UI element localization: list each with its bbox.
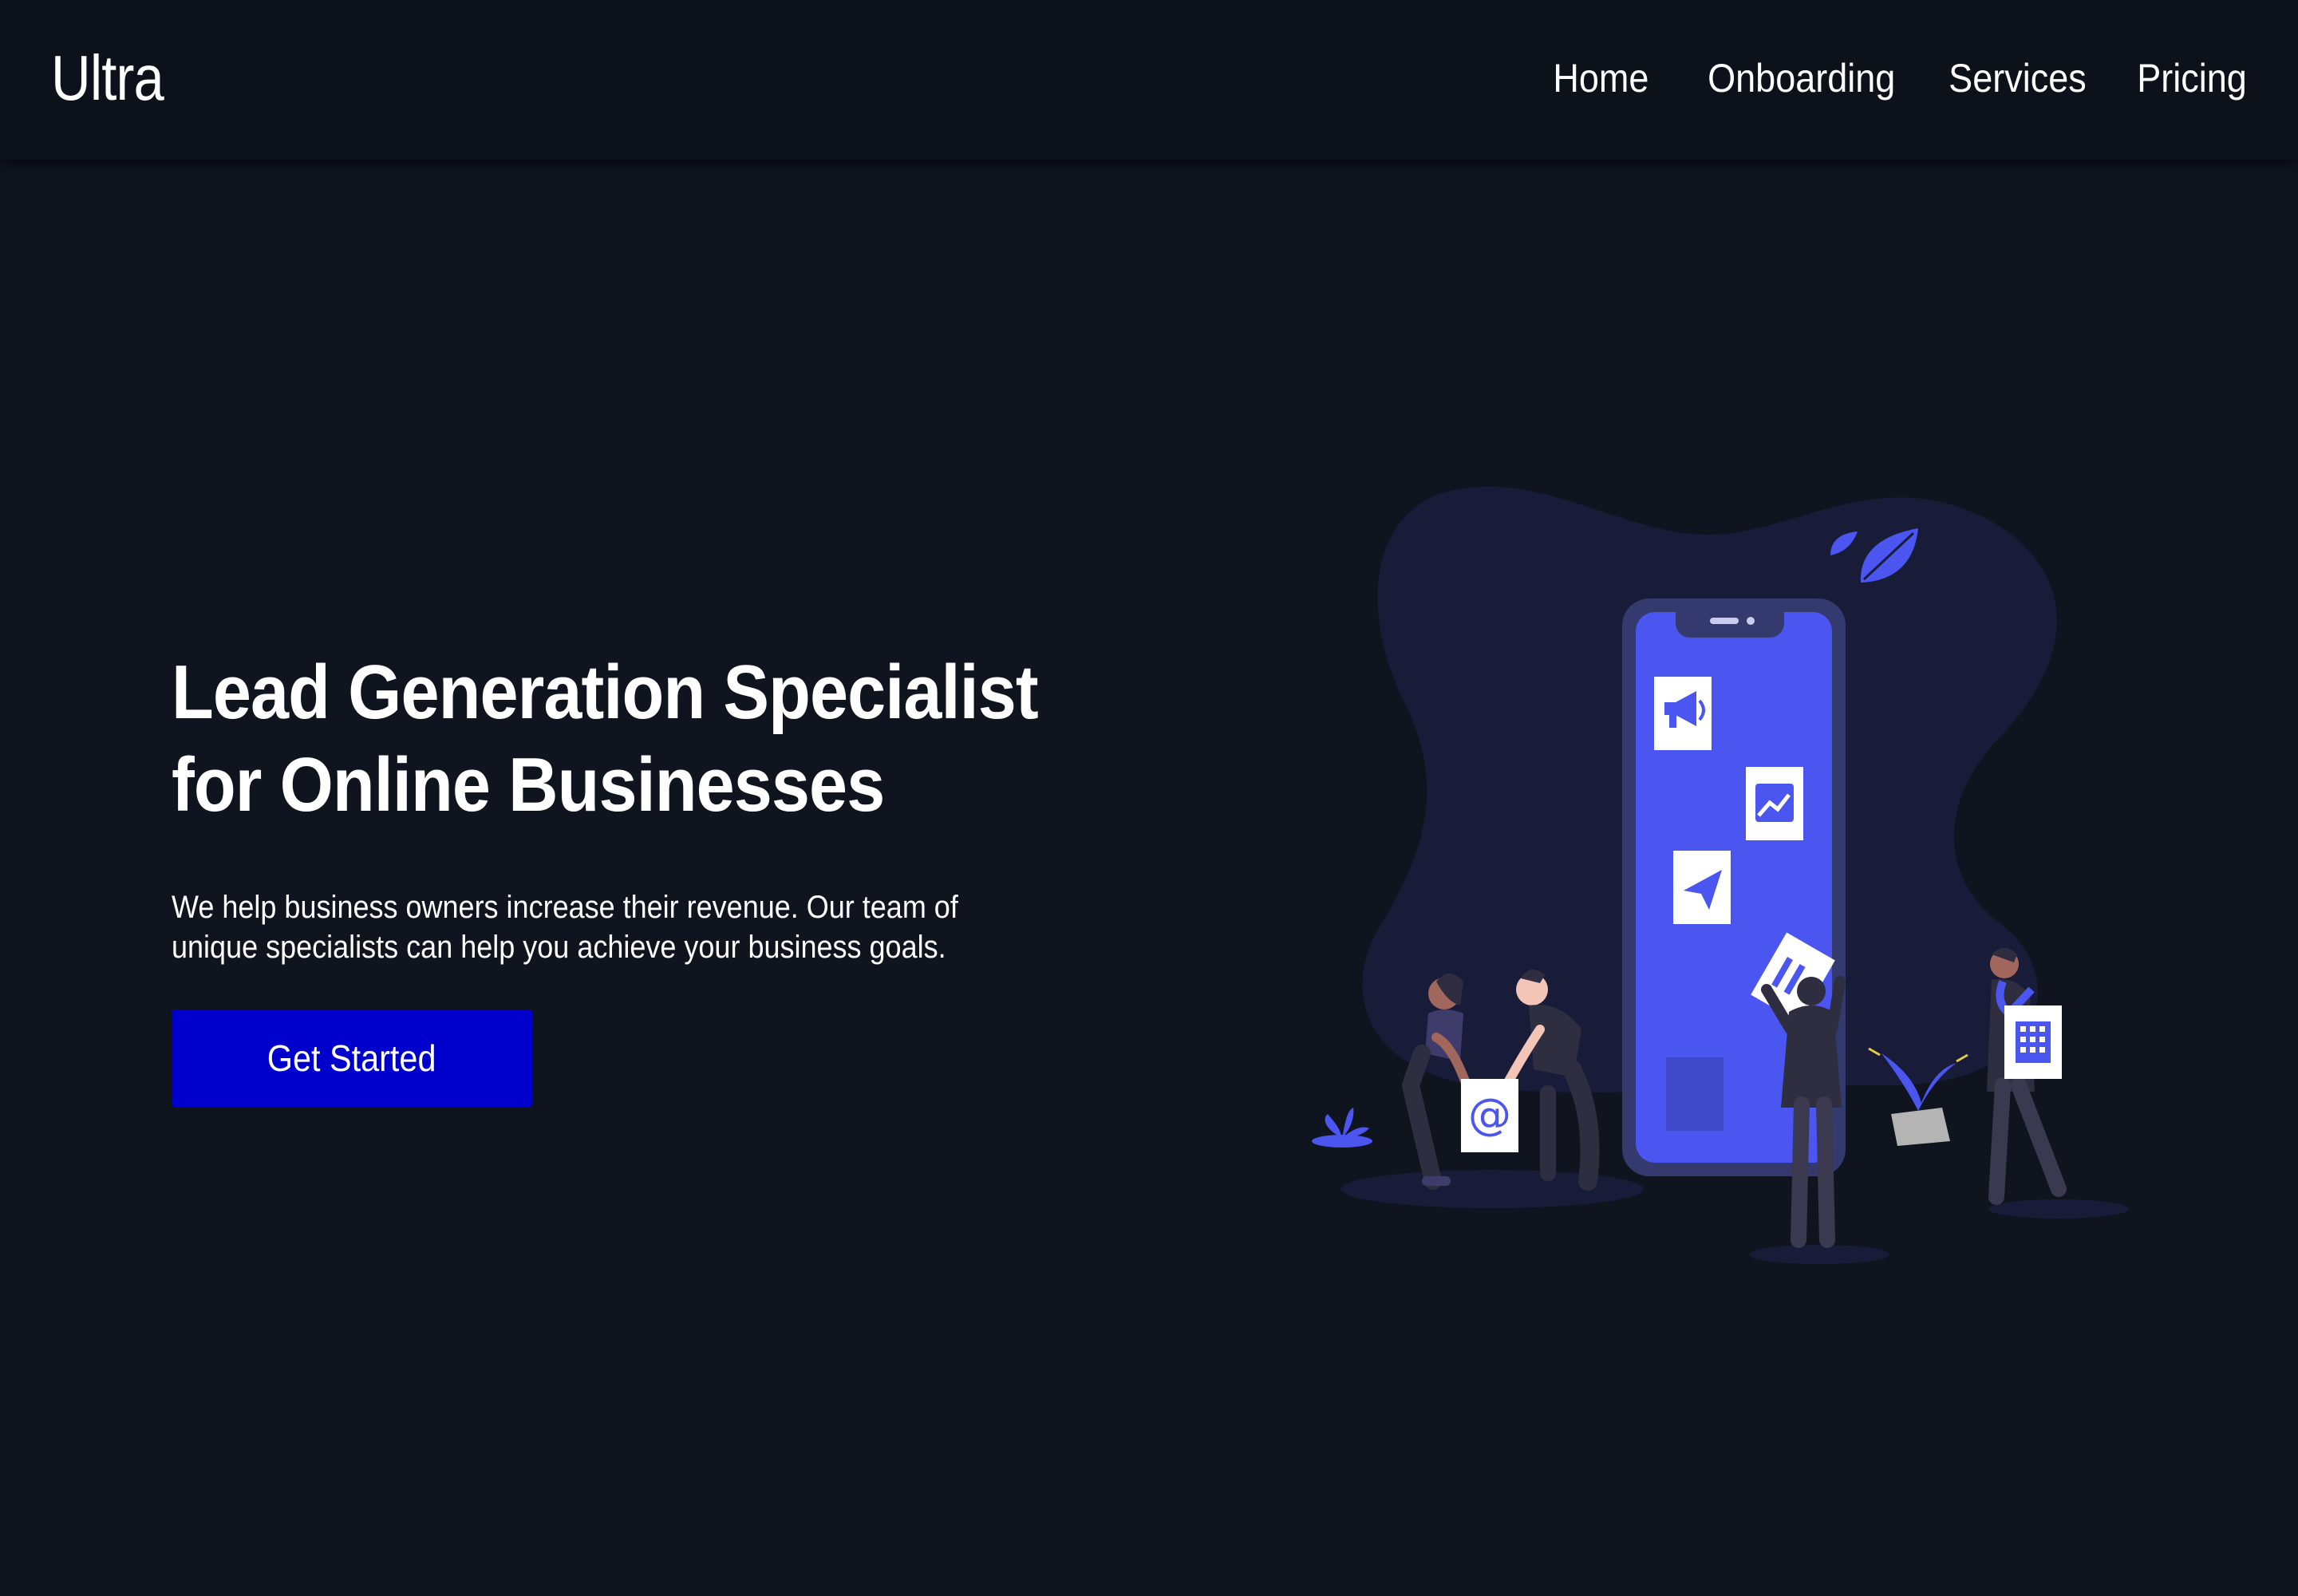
- top-navbar: Ultra Home Onboarding Services Pricing: [0, 0, 2298, 160]
- at-sign-icon: @: [1461, 1079, 1518, 1152]
- megaphone-icon: [1654, 677, 1712, 750]
- plant-icon: [1312, 1108, 1372, 1148]
- get-started-button[interactable]: Get Started: [172, 1009, 532, 1107]
- get-started-label: Get Started: [267, 1037, 436, 1079]
- nav-link-pricing[interactable]: Pricing: [2137, 49, 2247, 107]
- ground-shadow: [1988, 1199, 2129, 1219]
- hero-subtext: We help business owners increase their r…: [172, 887, 958, 967]
- hero-headline: Lead Generation Specialist for Online Bu…: [172, 646, 1039, 832]
- headline-line-1: Lead Generation Specialist: [172, 650, 1039, 735]
- headline-line-2: for Online Businesses: [172, 742, 885, 828]
- brand-logo[interactable]: Ultra: [51, 40, 164, 117]
- at-sign-text: @: [1468, 1089, 1511, 1140]
- subtext-line-1: We help business owners increase their r…: [172, 890, 958, 925]
- chart-icon: [1746, 767, 1803, 840]
- subtext-line-2: unique specialists can help you achieve …: [172, 930, 946, 965]
- hero-illustration: @: [1312, 486, 2129, 1264]
- nav-link-home[interactable]: Home: [1553, 49, 1648, 107]
- nav-menu: Home Onboarding Services Pricing: [1542, 49, 2247, 107]
- ground-shadow: [1749, 1245, 1889, 1264]
- hero-section: Lead Generation Specialist for Online Bu…: [172, 646, 1049, 967]
- ground-shadow: [1340, 1170, 1644, 1208]
- nav-link-services[interactable]: Services: [1949, 49, 2087, 107]
- nav-link-onboarding[interactable]: Onboarding: [1708, 49, 1895, 107]
- paper-plane-icon: [1673, 851, 1731, 924]
- building-icon: [2004, 1005, 2062, 1079]
